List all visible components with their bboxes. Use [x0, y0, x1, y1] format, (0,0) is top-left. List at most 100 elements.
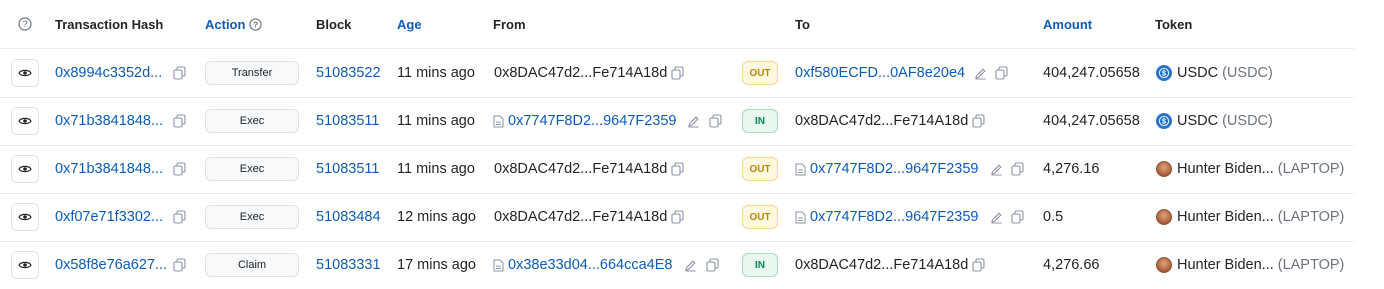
age-text: 11 mins ago: [397, 161, 475, 177]
action-badge: Claim: [205, 253, 299, 277]
view-details-button[interactable]: [11, 203, 39, 231]
action-badge: Transfer: [205, 61, 299, 85]
to-address: 0x8DAC47d2...Fe714A18d: [795, 257, 969, 273]
token-name: Hunter Biden...: [1177, 209, 1274, 225]
tx-hash-link[interactable]: 0x71b3841848...: [55, 97, 163, 145]
contract-file-icon: [795, 163, 806, 176]
to-address-link[interactable]: 0x7747F8D2...9647F2359: [810, 193, 979, 241]
age-text: 17 mins ago: [397, 257, 476, 273]
action-badge: Exec: [205, 157, 299, 181]
eye-icon: [18, 117, 32, 125]
table-row: 0x71b3841848... Exec 51083511 11 mins ag…: [0, 145, 1354, 194]
copy-icon[interactable]: [671, 162, 684, 176]
action-badge: Exec: [205, 205, 299, 229]
age-text: 11 mins ago: [397, 113, 475, 129]
edit-pencil-icon[interactable]: [990, 163, 1003, 176]
copy-icon[interactable]: [173, 114, 186, 128]
header-action[interactable]: Action ?: [205, 0, 263, 48]
edit-pencil-icon[interactable]: [684, 259, 697, 272]
token-link[interactable]: Hunter Biden... (LAPTOP): [1156, 145, 1344, 193]
header-transaction-hash: Transaction Hash: [55, 16, 164, 32]
svg-text:$: $: [1162, 119, 1166, 126]
copy-icon[interactable]: [706, 258, 719, 272]
token-link[interactable]: Hunter Biden... (LAPTOP): [1156, 241, 1344, 289]
header-amount[interactable]: Amount: [1043, 0, 1092, 48]
table-header: ? Transaction Hash Action ? Block Age Fr…: [0, 0, 1354, 49]
to-address-link[interactable]: 0xf580ECFD...0AF8e20e4: [795, 49, 965, 97]
laptop-token-icon: [1156, 209, 1172, 225]
token-symbol: (USDC): [1222, 65, 1273, 81]
tx-hash-link[interactable]: 0x58f8e76a627...: [55, 241, 167, 289]
tx-hash-link[interactable]: 0x8994c3352d...: [55, 49, 162, 97]
svg-text:?: ?: [22, 19, 27, 29]
laptop-token-icon: [1156, 257, 1172, 273]
table-row: 0x8994c3352d... Transfer 51083522 11 min…: [0, 49, 1354, 98]
laptop-token-icon: [1156, 161, 1172, 177]
copy-icon[interactable]: [173, 258, 186, 272]
direction-badge: IN: [742, 109, 778, 133]
header-token: Token: [1155, 16, 1193, 32]
copy-icon[interactable]: [1011, 162, 1024, 176]
copy-icon[interactable]: [972, 114, 985, 128]
from-address: 0x8DAC47d2...Fe714A18d: [494, 161, 668, 177]
token-symbol: (USDC): [1222, 113, 1273, 129]
contract-file-icon: [493, 115, 504, 128]
copy-icon[interactable]: [972, 258, 985, 272]
from-address-link[interactable]: 0x38e33d04...664cca4E8: [508, 241, 672, 289]
tx-hash-link[interactable]: 0xf07e71f3302...: [55, 193, 163, 241]
copy-icon[interactable]: [995, 66, 1008, 80]
age-text: 11 mins ago: [397, 65, 475, 81]
contract-file-icon: [795, 211, 806, 224]
eye-icon: [18, 261, 32, 269]
block-link[interactable]: 51083331: [316, 241, 381, 289]
block-link[interactable]: 51083511: [316, 145, 379, 193]
tx-hash-link[interactable]: 0x71b3841848...: [55, 145, 163, 193]
copy-icon[interactable]: [173, 210, 186, 224]
token-transfers-table: ? Transaction Hash Action ? Block Age Fr…: [0, 0, 1384, 288]
token-name: USDC: [1177, 113, 1219, 129]
usdc-token-icon: $: [1156, 113, 1172, 129]
help-circle-icon[interactable]: ?: [249, 17, 263, 31]
token-symbol: (LAPTOP): [1277, 161, 1345, 177]
header-from: From: [493, 16, 526, 32]
token-symbol: (LAPTOP): [1277, 209, 1345, 225]
token-link[interactable]: $ USDC (USDC): [1156, 49, 1273, 97]
direction-badge: OUT: [742, 157, 778, 181]
svg-text:?: ?: [253, 19, 258, 29]
copy-icon[interactable]: [173, 162, 186, 176]
token-link[interactable]: Hunter Biden... (LAPTOP): [1156, 193, 1344, 241]
eye-icon: [18, 69, 32, 77]
view-details-button[interactable]: [11, 251, 39, 279]
view-details-button[interactable]: [11, 107, 39, 135]
block-link[interactable]: 51083511: [316, 97, 379, 145]
to-address-link[interactable]: 0x7747F8D2...9647F2359: [810, 145, 979, 193]
view-details-button[interactable]: [11, 155, 39, 183]
header-age[interactable]: Age: [397, 0, 422, 48]
edit-pencil-icon[interactable]: [687, 115, 700, 128]
edit-pencil-icon[interactable]: [990, 211, 1003, 224]
edit-pencil-icon[interactable]: [974, 67, 987, 80]
block-link[interactable]: 51083484: [316, 193, 381, 241]
svg-text:$: $: [1162, 71, 1166, 78]
header-action-label: Action: [205, 16, 246, 32]
token-symbol: (LAPTOP): [1277, 257, 1345, 273]
token-name: Hunter Biden...: [1177, 161, 1274, 177]
help-circle-icon[interactable]: ?: [18, 0, 32, 48]
age-text: 12 mins ago: [397, 209, 476, 225]
from-address-link[interactable]: 0x7747F8D2...9647F2359: [508, 97, 677, 145]
token-link[interactable]: $ USDC (USDC): [1156, 97, 1273, 145]
copy-icon[interactable]: [1011, 210, 1024, 224]
copy-icon[interactable]: [671, 66, 684, 80]
table-row: 0x58f8e76a627... Claim 51083331 17 mins …: [0, 241, 1354, 289]
amount-text: 404,247.05658: [1043, 65, 1140, 81]
view-details-button[interactable]: [11, 59, 39, 87]
action-badge: Exec: [205, 109, 299, 133]
copy-icon[interactable]: [671, 210, 684, 224]
token-name: Hunter Biden...: [1177, 257, 1274, 273]
from-address: 0x8DAC47d2...Fe714A18d: [494, 65, 668, 81]
usdc-token-icon: $: [1156, 65, 1172, 81]
table-row: 0x71b3841848... Exec 51083511 11 mins ag…: [0, 97, 1354, 146]
block-link[interactable]: 51083522: [316, 49, 381, 97]
copy-icon[interactable]: [173, 66, 186, 80]
copy-icon[interactable]: [709, 114, 722, 128]
